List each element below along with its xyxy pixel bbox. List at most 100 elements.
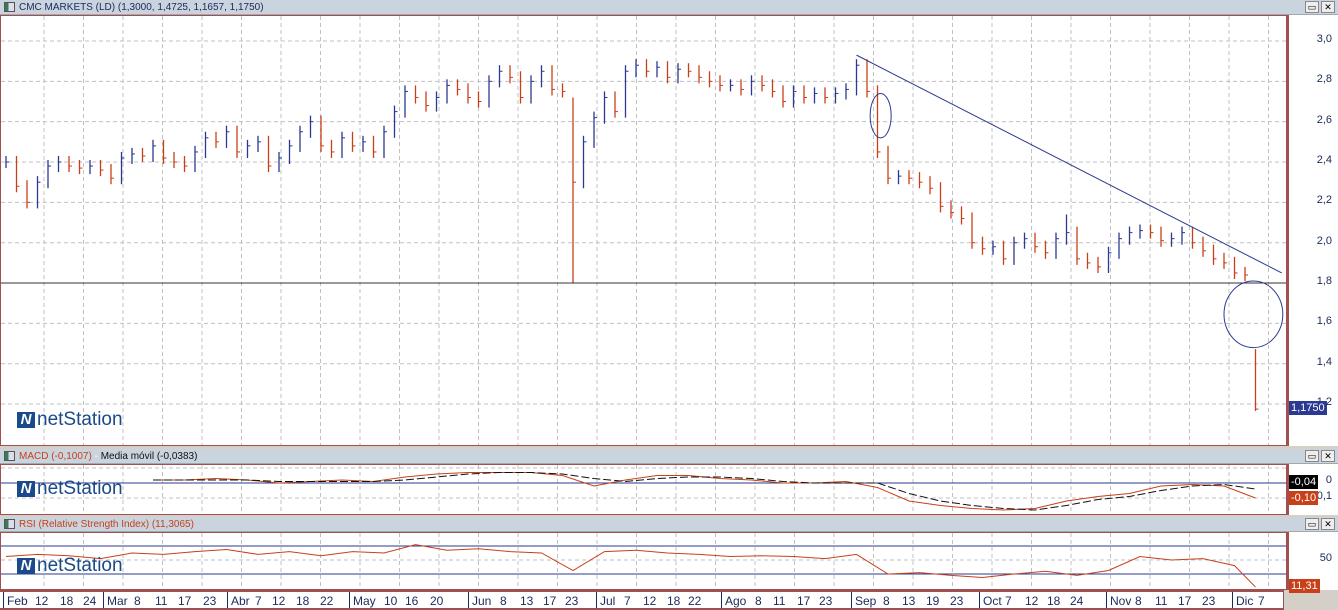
month-separator (851, 592, 852, 608)
date-axis: Feb 12 18 24 Mar 8 11 17 23 Abr 7 12 18 22 May 10 16 20 Ju… (0, 590, 1284, 610)
date-label: 12 (272, 594, 286, 608)
month-separator (1106, 592, 1107, 608)
date-label: 23 (819, 594, 833, 608)
date-label: 10 (384, 594, 398, 608)
netstation-logo: NnetStation (17, 409, 123, 431)
price-titlebar: CMC MARKETS (LD) (1,3000, 1,4725, 1,1657… (0, 0, 1338, 15)
month-separator (103, 592, 104, 608)
date-label: 23 (203, 594, 217, 608)
axis-label: 2,6 (1316, 113, 1332, 126)
date-label: 12 (35, 594, 49, 608)
macd-panel: MACD (-0,1007) - Media móvil (-0,0383) ▭… (0, 449, 1338, 515)
date-label: 18 (667, 594, 681, 608)
date-label: Abr (231, 594, 250, 608)
date-label: Sep (855, 594, 877, 608)
month-separator (721, 592, 722, 608)
date-label: 24 (83, 594, 97, 608)
macd-plot[interactable]: NnetStation (0, 464, 1287, 515)
date-label: 22 (320, 594, 334, 608)
date-label: 11 (1155, 594, 1168, 608)
date-label: 16 (405, 594, 419, 608)
title-separator: - (91, 451, 101, 462)
month-separator (3, 592, 4, 608)
rsi-panel: RSI (Relative Strength Index) (11,3065) … (0, 517, 1338, 593)
chart-icon (4, 451, 15, 461)
date-label: 22 (688, 594, 702, 608)
month-separator (227, 592, 228, 608)
axis-label: 1,8 (1316, 275, 1332, 288)
date-label: 8 (500, 594, 507, 608)
month-separator (979, 592, 980, 608)
macd-line (153, 472, 1256, 511)
annotation-ellipse (1223, 280, 1284, 349)
date-label: 19 (926, 594, 940, 608)
date-label: 8 (134, 594, 141, 608)
rsi-plot[interactable]: NnetStation (0, 532, 1287, 590)
date-label: Oct (983, 594, 1002, 608)
trendline (856, 54, 1282, 274)
macd-value-box: -0,10 (1289, 491, 1319, 505)
date-label: 17 (543, 594, 557, 608)
macd-title: MACD (-0,1007) (19, 451, 92, 462)
close-button[interactable]: ✕ (1321, 450, 1335, 462)
macd-axis: 0 0,1 (1286, 464, 1338, 515)
axis-label: 2,0 (1316, 234, 1332, 247)
date-label: 7 (624, 594, 631, 608)
date-label: 23 (1202, 594, 1216, 608)
month-separator (1232, 592, 1233, 608)
date-label: 8 (1135, 594, 1142, 608)
date-label: 13 (902, 594, 916, 608)
date-label: 12 (643, 594, 657, 608)
last-price-box: 1,1750 (1289, 401, 1327, 415)
date-label: Nov (1110, 594, 1132, 608)
signal-value-box: -0,04 (1289, 475, 1319, 489)
date-label: 24 (1070, 594, 1084, 608)
date-label: 8 (755, 594, 762, 608)
axis-label: 2,2 (1316, 194, 1332, 207)
restore-button[interactable]: ▭ (1305, 1, 1319, 13)
date-label: 8 (883, 594, 890, 608)
price-chart (1, 16, 1287, 445)
price-plot[interactable]: NnetStation (0, 15, 1287, 446)
restore-button[interactable]: ▭ (1305, 450, 1319, 462)
date-label: 23 (950, 594, 964, 608)
date-label: 13 (520, 594, 534, 608)
date-label: 12 (1025, 594, 1039, 608)
netstation-logo: NnetStation (17, 555, 123, 577)
rsi-title: RSI (Relative Strength Index) (11,3065) (19, 519, 194, 530)
macd-chart (1, 465, 1287, 514)
date-label: Mar (107, 594, 128, 608)
date-label: 23 (565, 594, 579, 608)
restore-button[interactable]: ▭ (1305, 518, 1319, 530)
month-separator (468, 592, 469, 608)
date-label: Feb (7, 594, 28, 608)
rsi-chart (1, 533, 1287, 589)
date-label: 20 (430, 594, 444, 608)
price-panel: CMC MARKETS (LD) (1,3000, 1,4725, 1,1657… (0, 0, 1338, 446)
date-label: 7 (1005, 594, 1012, 608)
axis-label: 1,4 (1316, 355, 1332, 368)
date-label: Jun (472, 594, 492, 608)
axis-label: 0 (1325, 474, 1332, 486)
rsi-titlebar: RSI (Relative Strength Index) (11,3065) … (0, 517, 1338, 532)
axis-label: 50 (1319, 552, 1332, 564)
month-separator (596, 592, 597, 608)
close-button[interactable]: ✕ (1321, 518, 1335, 530)
date-label: 11 (773, 594, 786, 608)
date-label: 11 (155, 594, 168, 608)
date-label: May (353, 594, 376, 608)
chart-icon (4, 519, 15, 529)
close-button[interactable]: ✕ (1321, 1, 1335, 13)
date-label: 7 (1258, 594, 1265, 608)
date-label: 17 (178, 594, 192, 608)
date-label: Ago (725, 594, 747, 608)
signal-line (153, 472, 1256, 511)
macd-titlebar: MACD (-0,1007) - Media móvil (-0,0383) ▭… (0, 449, 1338, 464)
price-axis: 3,02,82,62,42,22,01,81,61,41,2 (1286, 15, 1338, 446)
date-label: 17 (1178, 594, 1192, 608)
rsi-line (5, 544, 1256, 588)
date-label: 17 (797, 594, 811, 608)
axis-label: 1,6 (1316, 315, 1332, 328)
axis-label: 3,0 (1316, 33, 1332, 45)
rsi-value-box: 11,31 (1289, 579, 1320, 593)
